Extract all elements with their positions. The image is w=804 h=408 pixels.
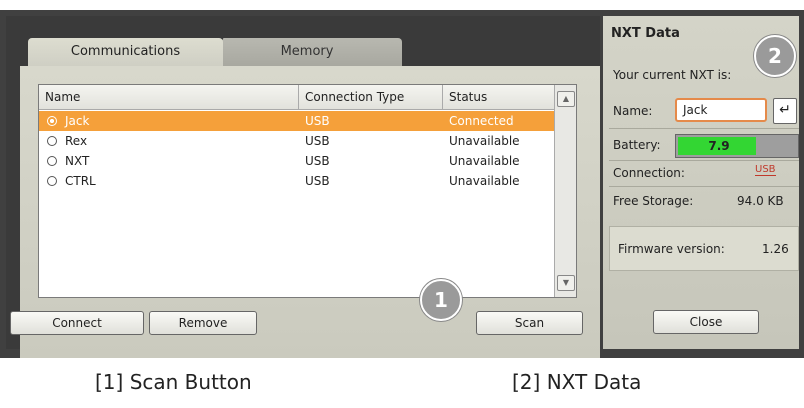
table-row[interactable]: Rex USB Unavailable: [39, 131, 554, 151]
device-status: Unavailable: [449, 154, 520, 168]
column-header-connection-type[interactable]: Connection Type: [299, 85, 443, 109]
device-connection-type: USB: [305, 134, 330, 148]
caption-bar: [1] Scan Button [2] NXT Data: [0, 358, 804, 408]
battery-value: 7.9: [708, 139, 730, 153]
device-name: Jack: [65, 114, 90, 128]
firmware-box: Firmware version: 1.26: [609, 226, 799, 271]
scroll-up-icon[interactable]: ▲: [557, 91, 575, 107]
nxt-device-table: Name Connection Type Status Jack USB Con…: [38, 84, 577, 298]
scan-button[interactable]: Scan: [476, 311, 583, 335]
usb-icon: USB: [755, 164, 776, 176]
device-status: Connected: [449, 114, 514, 128]
table-row[interactable]: CTRL USB Unavailable: [39, 171, 554, 191]
firmware-label: Firmware version:: [618, 242, 725, 256]
tab-memory[interactable]: Memory: [212, 38, 402, 66]
column-header-name[interactable]: Name: [39, 85, 299, 109]
current-nxt-label: Your current NXT is:: [613, 68, 732, 82]
table-row[interactable]: Jack USB Connected: [39, 111, 554, 131]
name-label: Name:: [613, 104, 653, 118]
table-row[interactable]: NXT USB Unavailable: [39, 151, 554, 171]
connect-button[interactable]: Connect: [10, 311, 144, 335]
table-header: Name Connection Type Status: [39, 85, 554, 110]
device-name: NXT: [65, 154, 90, 168]
free-storage-value: 94.0 KB: [737, 194, 784, 208]
remove-button[interactable]: Remove: [149, 311, 257, 335]
firmware-value: 1.26: [762, 242, 789, 256]
device-name: Rex: [65, 134, 88, 148]
scroll-down-icon[interactable]: ▼: [557, 275, 575, 291]
callout-1: 1: [420, 279, 462, 321]
radio-icon[interactable]: [47, 156, 57, 166]
app-window: Memory Communications Name Connection Ty…: [0, 0, 804, 361]
callout-2: 2: [754, 35, 796, 77]
table-scrollbar[interactable]: ▲ ▼: [554, 85, 576, 297]
device-status: Unavailable: [449, 134, 520, 148]
radio-icon[interactable]: [47, 136, 57, 146]
nxt-data-title: NXT Data: [611, 26, 680, 41]
caption-scan-button: [1] Scan Button: [95, 370, 252, 394]
battery-label: Battery:: [613, 138, 661, 152]
battery-meter: 7.9: [675, 134, 799, 158]
enter-icon[interactable]: ↵: [773, 98, 797, 124]
device-status: Unavailable: [449, 174, 520, 188]
radio-selected-icon[interactable]: [47, 116, 57, 126]
radio-icon[interactable]: [47, 176, 57, 186]
free-storage-label: Free Storage:: [613, 194, 694, 208]
nxt-name-field[interactable]: Jack: [675, 98, 767, 122]
tab-communications[interactable]: Communications: [28, 38, 223, 66]
device-connection-type: USB: [305, 114, 330, 128]
caption-nxt-data: [2] NXT Data: [512, 370, 642, 394]
close-button[interactable]: Close: [653, 310, 759, 334]
device-connection-type: USB: [305, 174, 330, 188]
device-connection-type: USB: [305, 154, 330, 168]
column-header-status[interactable]: Status: [443, 85, 554, 109]
connection-label: Connection:: [613, 166, 685, 180]
device-name: CTRL: [65, 174, 96, 188]
